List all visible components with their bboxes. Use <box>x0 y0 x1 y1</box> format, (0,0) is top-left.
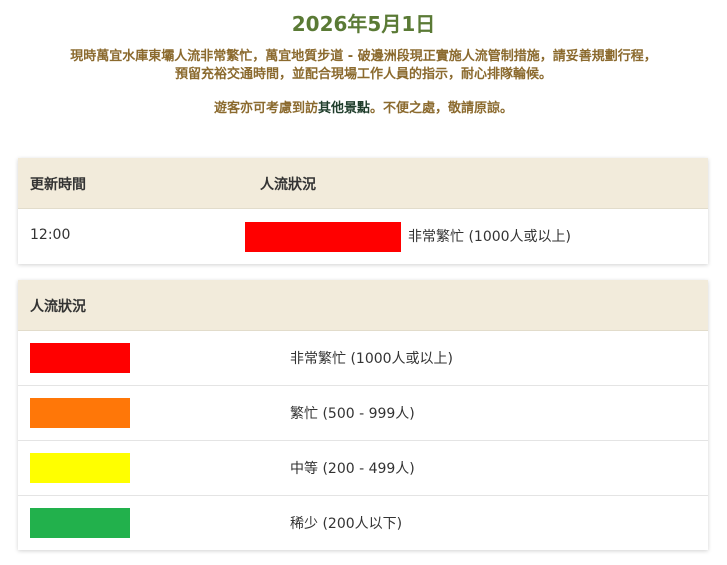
crowd-notice: 現時萬宜水庫東壩人流非常繁忙，萬宜地質步道 - 破邊洲段現正實施人流管制措施，請… <box>10 48 717 84</box>
legend-item: 非常繁忙 (1000人或以上) <box>18 331 708 386</box>
notice-line-3-prefix: 遊客亦可考慮到訪 <box>213 101 318 116</box>
status-table-header: 更新時間 人流狀況 <box>18 158 708 209</box>
legend-item: 中等 (200 - 499人) <box>18 441 708 496</box>
header-crowd-status: 人流狀況 <box>260 177 316 193</box>
notice-line-3-suffix: 。不便之處，敬請原諒。 <box>370 101 514 116</box>
notice-line-2: 預留充裕交通時間，並配合現場工作人員的指示，耐心排隊輪候。 <box>174 67 552 82</box>
legend-label: 繁忙 (500 - 999人) <box>290 406 415 422</box>
current-status-table: 更新時間 人流狀況 12:00 非常繁忙 (1000人或以上) <box>18 158 708 264</box>
legend-label: 中等 (200 - 499人) <box>290 461 415 477</box>
status-label: 非常繁忙 (1000人或以上) <box>408 229 572 245</box>
legend-label: 非常繁忙 (1000人或以上) <box>290 351 454 367</box>
legend-color-swatch <box>30 508 130 538</box>
legend-item: 稀少 (200人以下) <box>18 496 708 550</box>
legend-header: 人流狀況 <box>18 280 708 331</box>
legend-item: 繁忙 (500 - 999人) <box>18 386 708 441</box>
other-attractions-link[interactable]: 其他景點 <box>318 101 370 116</box>
table-row: 12:00 非常繁忙 (1000人或以上) <box>18 209 708 264</box>
legend-label: 稀少 (200人以下) <box>290 516 403 532</box>
header-update-time: 更新時間 <box>30 177 86 193</box>
legend-title: 人流狀況 <box>30 299 86 315</box>
legend-color-swatch <box>30 398 130 428</box>
legend-color-swatch <box>30 343 130 373</box>
alternative-notice: 遊客亦可考慮到訪其他景點。不便之處，敬請原諒。 <box>10 100 717 118</box>
status-color-swatch <box>245 222 401 252</box>
notice-line-1: 現時萬宜水庫東壩人流非常繁忙，萬宜地質步道 - 破邊洲段現正實施人流管制措施，請… <box>70 49 657 64</box>
page-date-title: 2026年5月1日 <box>291 12 436 36</box>
legend-color-swatch <box>30 453 130 483</box>
crowd-level-legend: 人流狀況 非常繁忙 (1000人或以上) 繁忙 (500 - 999人) 中等 … <box>18 280 708 550</box>
update-time-value: 12:00 <box>30 227 71 243</box>
